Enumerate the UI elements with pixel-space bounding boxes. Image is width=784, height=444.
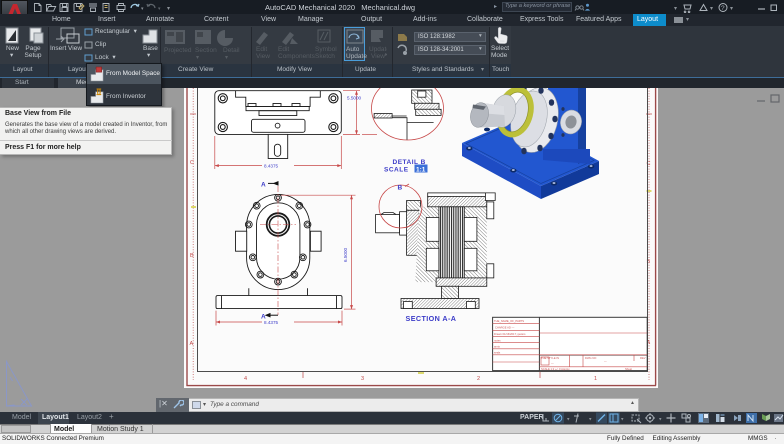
svg-text:▸: ▸ — [385, 52, 387, 58]
svg-text:8.4375: 8.4375 — [264, 320, 278, 325]
svg-text:▾: ▾ — [158, 6, 161, 12]
svg-text:A: A — [190, 341, 194, 347]
svg-text:▾: ▾ — [167, 6, 170, 12]
svg-text:REV: REV — [640, 356, 646, 360]
svg-text:Section: Section — [195, 47, 217, 54]
svg-text:1: 1 — [594, 376, 597, 382]
svg-text:4: 4 — [244, 376, 247, 382]
svg-text:A: A — [261, 314, 266, 321]
svg-text:SCALE 1:2 +/- 0 Approx: SCALE 1:2 +/- 0 Approx — [541, 367, 570, 371]
svg-text:—: — — [551, 362, 554, 365]
svg-text:?: ? — [721, 5, 725, 12]
svg-text:SCALE: SCALE — [384, 167, 409, 174]
svg-text:THE STYLE IN: THE STYLE IN — [541, 356, 559, 360]
svg-text:▾: ▾ — [621, 417, 624, 423]
svg-text:Edit: Edit — [278, 46, 289, 53]
svg-text:Sketch: Sketch — [315, 53, 335, 60]
svg-text:▾: ▾ — [141, 6, 144, 12]
svg-text:—: — — [604, 361, 607, 364]
svg-text:SECTION A-A: SECTION A-A — [406, 314, 457, 323]
svg-text:B: B — [190, 253, 194, 259]
svg-text:Update: Update — [346, 53, 367, 60]
svg-text:▾: ▾ — [674, 6, 677, 12]
svg-text:notes: notes — [494, 338, 501, 342]
svg-text:▾: ▾ — [730, 6, 733, 12]
svg-text:THE_NAME_OF_PARTS: THE_NAME_OF_PARTS — [494, 319, 524, 323]
svg-text:seals: seals — [494, 351, 501, 355]
svg-text:View: View — [371, 53, 385, 60]
svg-text:B: B — [398, 185, 403, 192]
svg-text:▾: ▾ — [659, 417, 662, 423]
svg-text:Edit: Edit — [256, 46, 267, 53]
svg-text:2: 2 — [477, 376, 480, 382]
svg-text:5.5000: 5.5000 — [347, 96, 361, 101]
svg-text:3: 3 — [361, 376, 364, 382]
svg-text:▾: ▾ — [710, 6, 713, 12]
svg-text:amts: amts — [494, 345, 500, 349]
svg-text:C: C — [190, 160, 194, 166]
svg-text:▾: ▾ — [567, 417, 570, 423]
svg-text:▾: ▾ — [225, 55, 228, 61]
svg-text:Sheet: Sheet — [625, 367, 632, 371]
svg-text:Auto: Auto — [346, 46, 360, 53]
svg-text:1:1: 1:1 — [416, 167, 426, 174]
svg-text:DWG NO: DWG NO — [585, 356, 596, 360]
svg-text:A: A — [261, 182, 266, 189]
svg-text:Drawn 01/16/2017 j.peters: Drawn 01/16/2017 j.peters — [494, 332, 526, 336]
svg-text:View: View — [256, 53, 270, 60]
svg-text:Symbol: Symbol — [315, 46, 337, 53]
svg-text:Detail: Detail — [223, 47, 240, 54]
svg-text:▾: ▾ — [589, 417, 592, 423]
svg-text:Components: Components — [278, 53, 316, 60]
svg-text:8.4375: 8.4375 — [264, 164, 278, 169]
svg-text:CHARGE AD —: CHARGE AD — — [495, 326, 515, 330]
svg-text:▾: ▾ — [196, 55, 199, 61]
svg-text:Projected: Projected — [164, 47, 192, 54]
svg-text:6.5000: 6.5000 — [343, 248, 348, 262]
